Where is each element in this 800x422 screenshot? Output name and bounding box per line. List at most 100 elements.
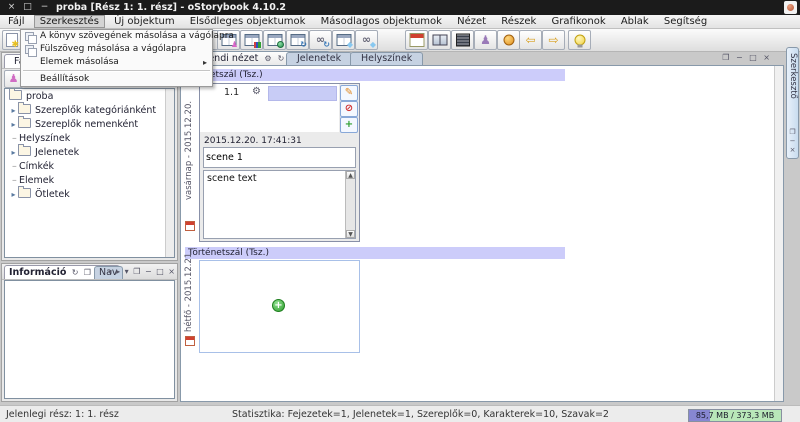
scene-strand-header: Jelenetszál (Tsz.) [185,69,565,81]
tree-item-scenes[interactable]: ▸Jelenetek [5,145,174,159]
maximize-icon[interactable]: □ [749,53,757,62]
minimize-icon[interactable]: − [787,137,798,146]
lightbulb-icon [574,35,585,46]
close-icon[interactable]: × [168,267,175,276]
menu-item-copy-elements[interactable]: Elemek másolása ▸ [21,56,212,69]
tree-scrollbar[interactable] [165,89,174,257]
chrono-view: Jelenetszál (Tsz.) vasárnap - 2015.12.20… [180,65,784,402]
scene-links-button[interactable]: ∞ ↻ [309,30,332,50]
delete-scene-button[interactable]: ⊘ [340,101,358,117]
tree-item-tags[interactable]: –Címkék [5,159,174,173]
menu-primary-objects[interactable]: Elsődleges objektumok [184,15,312,28]
scene-text-area[interactable]: scene text ▲ ▼ [203,170,356,239]
tree-item-characters-by-gender[interactable]: ▸Szereplők nemenként [5,117,174,131]
menu-item-copy-blurb[interactable]: Fülszöveg másolása a vágólapra [21,43,212,56]
add-scene-button[interactable]: + [340,117,358,133]
edit-scene-button[interactable]: ✎ [340,85,358,101]
expand-icon[interactable]: ▸ [9,188,18,201]
memoria-button[interactable] [428,30,451,50]
maximize-icon[interactable]: □ [156,267,164,276]
wrench-icon[interactable]: ⚙ [252,86,261,97]
tip-button[interactable] [568,30,591,50]
scroll-up-icon[interactable]: ▲ [346,171,355,179]
tree-item-root[interactable]: proba [5,89,174,103]
menu-parts[interactable]: Részek [495,15,542,28]
forward-button[interactable]: ⇨ [542,30,565,50]
item-links-button[interactable]: ∞ ◆ [355,30,378,50]
globe-icon [277,41,284,48]
new-star-icon: ✱ [11,41,19,49]
tree-item-items[interactable]: –Elemek [5,173,174,187]
dropdown-icon[interactable]: ▾ [125,267,129,276]
menu-separator [23,70,210,72]
expand-icon[interactable]: ▸ [9,118,18,131]
menu-new-object[interactable]: Új objektum [108,15,180,28]
scene-title-input[interactable] [203,147,356,168]
close-icon[interactable]: × [763,53,770,62]
scene-text-scrollbar[interactable]: ▲ ▼ [345,171,355,238]
refresh-icon[interactable]: ↻ [278,54,285,63]
menu-help[interactable]: Segítség [658,15,713,28]
folder-icon [18,104,31,114]
tree-item-ideas[interactable]: ▸Ötletek [5,187,174,201]
new-button[interactable]: ✱ [2,30,21,50]
add-scene-plus-button[interactable]: + [272,299,285,312]
day-label-sunday: vasárnap - 2015.12.20. [184,83,196,218]
character-button[interactable]: ♟ [474,30,497,50]
scene-text: scene text [207,173,257,184]
menu-charts[interactable]: Grafikonok [546,15,612,28]
menu-item-copy-book-text[interactable]: A könyv szövegének másolása a vágólapra [21,30,212,43]
float-icon[interactable]: ❐ [133,267,140,276]
info-content [4,280,175,399]
float-icon[interactable]: ❐ [787,128,798,137]
main-panel-controls: ❐ − □ × [718,53,770,62]
float-icon[interactable]: ❐ [722,53,729,62]
calendar-button[interactable] [405,30,428,50]
float-icon[interactable]: ❐ [84,268,91,277]
nav-left-icon[interactable]: ◂ [108,267,112,276]
tree-item-locations[interactable]: –Helyszínek [5,131,174,145]
info-panel: Információ ↻ ❐ − × Nav ◂ ▸ ▾ ❐ − □ × [1,263,178,402]
expand-icon[interactable]: ▸ [9,104,18,117]
items-table-button[interactable]: ◆ [332,30,355,50]
back-button[interactable]: ⇦ [519,30,542,50]
pawn-icon: ♟ [480,34,491,46]
menu-item-preferences[interactable]: Beállítások [21,73,212,86]
menu-edit[interactable]: Szerkesztés [34,15,105,28]
statusbar: Jelenlegi rész: 1: 1. rész Statisztika: … [0,405,800,422]
refresh-overlay-icon: ↻ [323,41,330,49]
leaf-dash-icon: – [12,160,19,173]
edit-menu-dropdown: A könyv szövegének másolása a vágólapra … [20,29,213,87]
menu-file[interactable]: Fájl [2,15,31,28]
window-close-button[interactable]: × [5,1,18,14]
info-panel-header: Információ ↻ ❐ − × Nav ◂ ▸ ▾ ❐ − □ × [2,264,177,280]
menu-window[interactable]: Ablak [615,15,655,28]
menu-secondary-objects[interactable]: Másodlagos objektumok [315,15,448,28]
window-maximize-button[interactable]: □ [21,1,34,14]
forward-arrow-icon: ⇨ [548,34,558,46]
app-icon [784,1,797,14]
menu-view[interactable]: Nézet [451,15,492,28]
minimize-icon[interactable]: − [145,267,152,276]
memo-button[interactable] [451,30,474,50]
expand-icon[interactable]: ▸ [9,146,18,159]
locations-table-button[interactable] [263,30,286,50]
books-icon [254,42,261,48]
scenes-table-button[interactable]: ↻ [286,30,309,50]
minimize-icon[interactable]: − [736,53,743,62]
window-minimize-button[interactable]: − [38,1,51,14]
editor-side-tab[interactable]: Szerkesztő ❐ − × [786,47,799,159]
tab-scenes[interactable]: Jelenetek [286,52,352,65]
current-part-label: Jelenlegi rész: 1: 1. rész [6,409,119,420]
main-scrollbar[interactable] [774,66,783,401]
refresh-icon[interactable]: ↻ [72,268,79,277]
tree-item-characters-by-category[interactable]: ▸Szereplők kategóriánként [5,103,174,117]
books-table-button[interactable] [240,30,263,50]
tab-locations[interactable]: Helyszínek [350,52,423,65]
close-icon[interactable]: × [787,146,798,155]
copy-icon [25,45,34,54]
gold-medal-button[interactable] [497,30,520,50]
scroll-down-icon[interactable]: ▼ [346,230,355,238]
options-gear-icon[interactable]: ⚙ [264,54,271,63]
nav-right-icon[interactable]: ▸ [116,267,120,276]
